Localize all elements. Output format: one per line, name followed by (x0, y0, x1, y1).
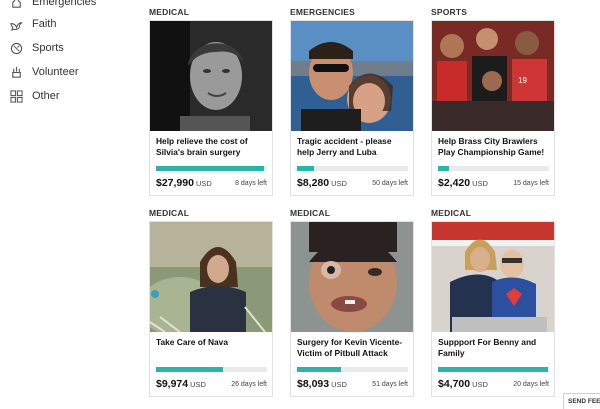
sidebar-item-volunteer[interactable]: Volunteer (10, 62, 78, 82)
days-left: 15 days left (513, 180, 549, 187)
progress-bar (438, 166, 549, 171)
campaign-category: MEDICAL (149, 7, 190, 17)
amount-value: $8,280 (297, 177, 330, 189)
amount-value: $2,420 (438, 177, 471, 189)
amount-raised: $8,280 USD (297, 177, 347, 189)
sidebar-item-sports[interactable]: Sports (10, 38, 64, 58)
campaign-category: MEDICAL (431, 208, 472, 218)
emergency-icon (12, 0, 21, 8)
sidebar-item-other[interactable]: Other (10, 86, 60, 106)
amount-raised: $2,420 USD (438, 177, 488, 189)
campaign-photo[interactable]: 19 (432, 21, 554, 131)
amount-value: $8,093 (297, 378, 330, 390)
amount-value: $27,990 (156, 177, 194, 189)
amount-raised: $8,093 USD (297, 378, 347, 390)
campaign-category: MEDICAL (149, 208, 190, 218)
currency-label: USD (472, 179, 488, 188)
amount-raised: $9,974 USD (156, 378, 206, 390)
progress-fill (438, 367, 548, 372)
sidebar-item-emergencies[interactable]: Emergencies (10, 0, 96, 12)
campaign-title[interactable]: Take Care of Nava (156, 337, 270, 348)
campaign-card[interactable]: Suppport For Benny and Family $4,700 USD … (431, 221, 555, 397)
progress-fill (156, 166, 264, 171)
progress-bar (438, 367, 549, 372)
progress-fill (438, 166, 450, 171)
campaign-category: SPORTS (431, 7, 468, 17)
sidebar-item-faith[interactable]: Faith (10, 14, 56, 34)
campaign-category: EMERGENCIES (290, 7, 356, 17)
campaign-card[interactable]: Help relieve the cost of Silvia's brain … (149, 20, 273, 196)
campaign-title[interactable]: Suppport For Benny and Family (438, 337, 552, 358)
days-left: 26 days left (231, 381, 267, 388)
currency-label: USD (472, 380, 488, 389)
days-left: 20 days left (513, 381, 549, 388)
campaign-title[interactable]: Help relieve the cost of Silvia's brain … (156, 136, 270, 157)
campaign-photo[interactable] (291, 222, 413, 332)
amount-raised: $27,990 USD (156, 177, 212, 189)
grid-icon (10, 89, 23, 103)
progress-bar (297, 166, 408, 171)
amount-value: $4,700 (438, 378, 471, 390)
currency-label: USD (195, 179, 212, 188)
campaign-photo[interactable] (150, 222, 272, 332)
currency-label: USD (331, 380, 347, 389)
volunteer-icon (12, 66, 21, 78)
progress-bar (156, 166, 267, 171)
currency-label: USD (190, 380, 206, 389)
campaign-category: MEDICAL (290, 208, 331, 218)
amount-value: $9,974 (156, 378, 189, 390)
campaign-card[interactable]: Take Care of Nava $9,974 USD 26 days left (149, 221, 273, 397)
progress-bar (297, 367, 408, 372)
days-left: 8 days left (235, 180, 267, 187)
progress-fill (297, 166, 314, 171)
campaign-photo[interactable] (291, 21, 413, 131)
currency-label: USD (331, 179, 347, 188)
sidebar-item-label: Faith (32, 18, 57, 30)
campaign-title[interactable]: Help Brass City Brawlers Play Championsh… (438, 136, 552, 157)
campaign-card[interactable]: Tragic accident - please help Jerry and … (290, 20, 414, 196)
days-left: 50 days left (372, 180, 408, 187)
campaign-photo[interactable] (432, 222, 554, 332)
send-feedback-button[interactable]: SEND FEEDBACK (563, 393, 600, 409)
campaign-title[interactable]: Surgery for Kevin Vicente- Victim of Pit… (297, 337, 411, 358)
campaign-card[interactable]: Surgery for Kevin Vicente- Victim of Pit… (290, 221, 414, 397)
amount-raised: $4,700 USD (438, 378, 488, 390)
campaign-photo[interactable] (150, 21, 272, 131)
days-left: 51 days left (372, 381, 408, 388)
dove-icon (10, 21, 23, 31)
progress-fill (297, 367, 342, 372)
sidebar-item-label: Emergencies (32, 0, 97, 8)
sidebar-item-label: Sports (32, 42, 64, 54)
svg-text:19: 19 (518, 76, 527, 85)
campaign-card[interactable]: 19 Help Brass City Brawlers Play Champio… (431, 20, 555, 196)
campaign-title[interactable]: Tragic accident - please help Jerry and … (297, 136, 411, 157)
ball-icon (10, 42, 23, 54)
progress-fill (156, 367, 223, 372)
sidebar-item-label: Volunteer (32, 66, 79, 78)
sidebar-item-label: Other (32, 90, 60, 102)
progress-bar (156, 367, 267, 372)
